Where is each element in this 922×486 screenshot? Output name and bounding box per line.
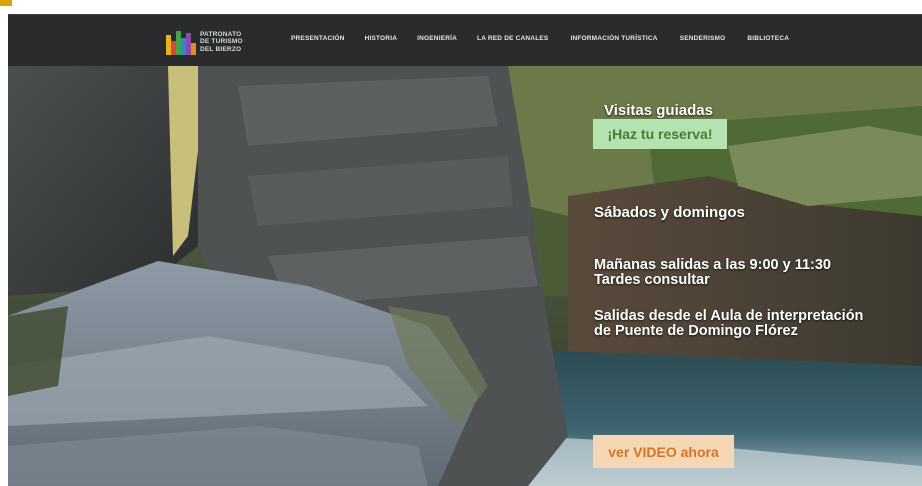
logo-line: DE TURISMO — [200, 38, 243, 46]
site-header: PATRONATO DE TURISMO DEL BIERZO PRESENTA… — [8, 14, 922, 66]
nav-informacion-turistica[interactable]: INFORMACIÓN TURÍSTICA — [570, 35, 657, 42]
nav-senderismo[interactable]: SENDERISMO — [680, 35, 726, 42]
top-edge-accent — [0, 0, 12, 6]
reserva-button[interactable]: ¡Haz tu reserva! — [593, 119, 727, 149]
main-nav: PRESENTACIÓN HISTORIA INGENIERÍA LA RED … — [291, 35, 789, 42]
salidas-line-2: de Puente de Domingo Flórez — [594, 323, 798, 339]
dias-text: Sábados y domingos — [594, 204, 745, 221]
salidas-line-1: Salidas desde el Aula de interpretación — [594, 308, 864, 324]
top-strip — [0, 0, 922, 14]
horario-text: Mañanas salidas a las 9:00 y 11:30 Tarde… — [594, 258, 831, 288]
nav-ingenieria[interactable]: INGENIERÍA — [417, 35, 457, 42]
horario-line-2: Tardes consultar — [594, 272, 710, 288]
logo-icon — [166, 29, 196, 55]
site-logo[interactable]: PATRONATO DE TURISMO DEL BIERZO — [166, 29, 243, 55]
logo-line: PATRONATO — [200, 30, 242, 38]
logo-line: DEL BIERZO — [200, 45, 242, 53]
nav-biblioteca[interactable]: BIBLIOTECA — [747, 35, 789, 42]
visitas-guiadas-heading: Visitas guiadas — [604, 102, 713, 119]
nav-red-de-canales[interactable]: LA RED DE CANALES — [477, 35, 548, 42]
salidas-text: Salidas desde el Aula de interpretación … — [594, 309, 863, 339]
horario-line-1: Mañanas salidas a las 9:00 y 11:30 — [594, 257, 831, 273]
nav-presentacion[interactable]: PRESENTACIÓN — [291, 35, 345, 42]
ver-video-button[interactable]: ver VIDEO ahora — [593, 435, 734, 468]
logo-text: PATRONATO DE TURISMO DEL BIERZO — [200, 31, 243, 54]
nav-historia[interactable]: HISTORIA — [365, 35, 398, 42]
